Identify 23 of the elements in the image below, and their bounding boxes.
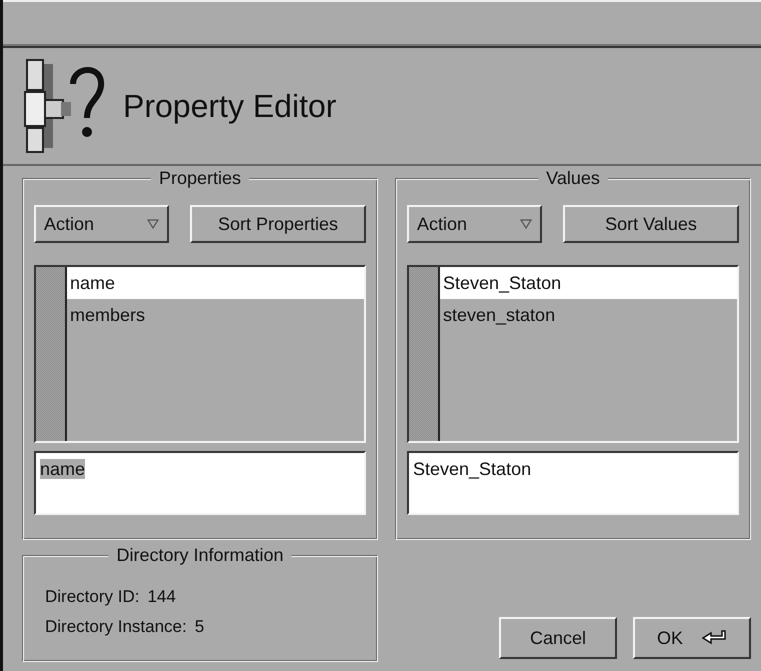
input-field[interactable]: Steven_Staton — [407, 451, 739, 515]
action-dropdown[interactable]: Action — [407, 205, 542, 243]
tool-question-icon — [21, 56, 107, 156]
info-label: Directory ID: — [45, 586, 140, 608]
info-value: 144 — [147, 586, 176, 608]
sort-button[interactable]: Sort Properties — [190, 205, 366, 243]
list-item[interactable]: name — [67, 267, 364, 299]
list-item[interactable]: members — [67, 299, 364, 331]
return-key-icon — [701, 630, 727, 646]
input-field[interactable]: name — [34, 451, 366, 515]
list-item[interactable]: steven_staton — [440, 299, 737, 331]
cancel-button[interactable]: Cancel — [499, 617, 617, 659]
list-item[interactable]: Steven_Staton — [440, 267, 737, 299]
ok-button[interactable]: OK — [633, 617, 751, 659]
info-value: 5 — [194, 616, 204, 638]
dropdown-arrow-icon — [520, 219, 532, 229]
field-value: Steven_Staton — [413, 459, 532, 479]
info-label: Directory Instance: — [45, 616, 187, 638]
sort-button[interactable]: Sort Values — [563, 205, 739, 243]
dropdown-arrow-icon — [147, 219, 159, 229]
action-dropdown[interactable]: Action — [34, 205, 169, 243]
window-title: Property Editor — [123, 87, 336, 126]
field-value: name — [40, 459, 86, 479]
